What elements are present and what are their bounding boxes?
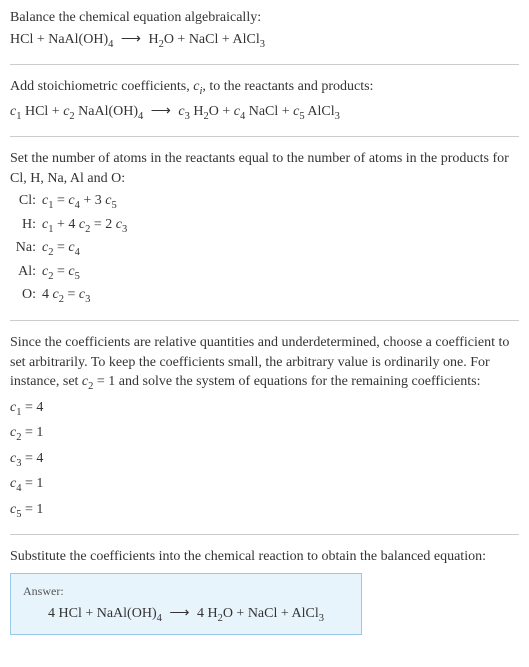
text: + 4 bbox=[53, 217, 78, 232]
step1-text: Add stoichiometric coefficients, ci, to … bbox=[10, 77, 519, 99]
eq-sub: 3 bbox=[260, 38, 265, 49]
text: AlCl bbox=[305, 104, 335, 119]
atom-equation: c2 = c5 bbox=[42, 261, 519, 285]
arrow-icon: ⟶ bbox=[169, 605, 189, 622]
atom-row: Na:c2 = c4 bbox=[14, 237, 519, 261]
atom-label: O: bbox=[14, 284, 42, 308]
text: 4 HCl + NaAl(OH) bbox=[48, 606, 157, 621]
text: = bbox=[64, 287, 79, 302]
step1-equation: c1 HCl + c2 NaAl(OH)4 ⟶ c3 H2O + c4 NaCl… bbox=[10, 102, 519, 124]
text: = 1 bbox=[21, 502, 43, 517]
step2-section: Set the number of atoms in the reactants… bbox=[10, 149, 519, 308]
atom-equation: 4 c2 = c3 bbox=[42, 284, 519, 308]
atom-row: Cl:c1 = c4 + 3 c5 bbox=[14, 190, 519, 214]
text: 4 bbox=[42, 287, 53, 302]
var-sub: 3 bbox=[122, 224, 127, 235]
var-sub: 3 bbox=[85, 294, 90, 305]
atom-equation: c2 = c4 bbox=[42, 237, 519, 261]
text: = 1 and solve the system of equations fo… bbox=[93, 374, 480, 389]
text: O + NaCl + AlCl bbox=[223, 606, 319, 621]
var-sub: 5 bbox=[75, 271, 80, 282]
arrow-icon: ⟶ bbox=[121, 30, 141, 50]
text: = 2 bbox=[90, 217, 115, 232]
atom-label: H: bbox=[14, 214, 42, 238]
var-sub: 4 bbox=[75, 247, 80, 258]
eq-text: HCl + NaAl(OH) bbox=[10, 32, 108, 47]
text: + 3 bbox=[80, 193, 105, 208]
coef-line: c4 = 1 bbox=[10, 473, 519, 497]
text: = 1 bbox=[21, 425, 43, 440]
coef-line: c2 = 1 bbox=[10, 422, 519, 446]
coef-line: c1 = 4 bbox=[10, 397, 519, 421]
text: Add stoichiometric coefficients, bbox=[10, 79, 193, 94]
intro-equation: HCl + NaAl(OH)4 ⟶ H2O + NaCl + AlCl3 bbox=[10, 30, 519, 52]
eq-text: O + NaCl + AlCl bbox=[164, 32, 260, 47]
text: 4 H bbox=[197, 606, 218, 621]
coef-line: c3 = 4 bbox=[10, 448, 519, 472]
text: H bbox=[190, 104, 204, 119]
arrow-icon: ⟶ bbox=[151, 102, 171, 122]
step1-section: Add stoichiometric coefficients, ci, to … bbox=[10, 77, 519, 124]
text: , to the reactants and products: bbox=[202, 79, 373, 94]
atom-equation: c1 + 4 c2 = 2 c3 bbox=[42, 214, 519, 238]
atom-row: H:c1 + 4 c2 = 2 c3 bbox=[14, 214, 519, 238]
coef-line: c5 = 1 bbox=[10, 499, 519, 523]
text: HCl + bbox=[21, 104, 63, 119]
atom-label: Na: bbox=[14, 237, 42, 261]
text: = 1 bbox=[21, 476, 43, 491]
eq-text: H bbox=[148, 32, 158, 47]
step3-section: Since the coefficients are relative quan… bbox=[10, 333, 519, 522]
text: = bbox=[53, 264, 68, 279]
step4-text: Substitute the coefficients into the che… bbox=[10, 547, 519, 567]
step4-section: Substitute the coefficients into the che… bbox=[10, 547, 519, 634]
atom-table: Cl:c1 = c4 + 3 c5H:c1 + 4 c2 = 2 c3Na:c2… bbox=[14, 190, 519, 308]
atom-row: O:4 c2 = c3 bbox=[14, 284, 519, 308]
atom-label: Cl: bbox=[14, 190, 42, 214]
text: NaCl + bbox=[245, 104, 293, 119]
atom-row: Al:c2 = c5 bbox=[14, 261, 519, 285]
chem-sub: 3 bbox=[335, 110, 340, 121]
text: NaAl(OH) bbox=[75, 104, 138, 119]
chem-sub: 4 bbox=[138, 110, 143, 121]
answer-equation: 4 HCl + NaAl(OH)4 ⟶ 4 H2O + NaCl + AlCl3 bbox=[23, 605, 349, 624]
divider bbox=[10, 136, 519, 137]
coef-list: c1 = 4c2 = 1c3 = 4c4 = 1c5 = 1 bbox=[10, 397, 519, 523]
intro-section: Balance the chemical equation algebraica… bbox=[10, 8, 519, 52]
answer-box: Answer: 4 HCl + NaAl(OH)4 ⟶ 4 H2O + NaCl… bbox=[10, 573, 362, 635]
step3-text: Since the coefficients are relative quan… bbox=[10, 333, 519, 395]
text: = bbox=[53, 240, 68, 255]
atom-label: Al: bbox=[14, 261, 42, 285]
text: = 4 bbox=[21, 451, 43, 466]
chem-sub: 4 bbox=[157, 613, 162, 624]
atom-equation: c1 = c4 + 3 c5 bbox=[42, 190, 519, 214]
step2-text: Set the number of atoms in the reactants… bbox=[10, 149, 519, 188]
divider bbox=[10, 64, 519, 65]
text: O + bbox=[209, 104, 234, 119]
chem-sub: 3 bbox=[319, 613, 324, 624]
var-sub: 5 bbox=[111, 200, 116, 211]
divider bbox=[10, 320, 519, 321]
eq-sub: 4 bbox=[108, 38, 113, 49]
divider bbox=[10, 534, 519, 535]
intro-text: Balance the chemical equation algebraica… bbox=[10, 8, 519, 28]
text: = 4 bbox=[21, 400, 43, 415]
text: = bbox=[53, 193, 68, 208]
answer-label: Answer: bbox=[23, 584, 349, 599]
